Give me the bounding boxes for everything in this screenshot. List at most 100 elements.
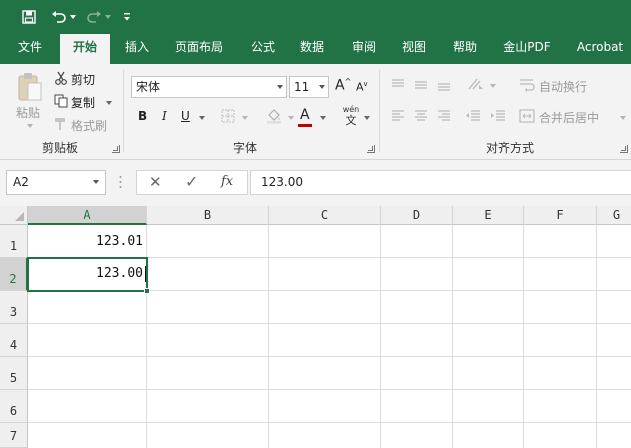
borders-icon[interactable]	[219, 107, 237, 125]
fill-color-dropdown-icon[interactable]	[288, 116, 294, 120]
grow-font-label: A	[335, 77, 345, 94]
fill-handle[interactable]	[144, 288, 150, 294]
redo-dropdown-icon[interactable]	[104, 8, 112, 26]
increase-indent-icon[interactable]	[488, 108, 508, 124]
format-painter-button[interactable]: 格式刷	[71, 117, 107, 134]
column-header-e[interactable]: E	[453, 206, 524, 225]
borders-dropdown-icon[interactable]	[242, 116, 248, 120]
row-header-3[interactable]: 3	[0, 291, 28, 324]
save-icon[interactable]	[20, 8, 38, 26]
clipboard-group-label: 剪贴板	[41, 141, 78, 155]
active-cell-selection	[27, 257, 148, 292]
tab-insert[interactable]: 插入	[115, 34, 159, 64]
name-box[interactable]: A2	[6, 170, 106, 195]
italic-button[interactable]: I	[162, 109, 167, 123]
tab-file[interactable]: 文件	[8, 34, 52, 64]
underline-dropdown-icon[interactable]	[199, 116, 205, 120]
tab-formulas[interactable]: 公式	[241, 34, 285, 64]
align-top-icon[interactable]	[389, 77, 407, 93]
orientation-icon[interactable]	[465, 75, 487, 93]
fill-color-icon[interactable]	[264, 106, 284, 126]
clipboard-launcher-icon[interactable]	[112, 145, 120, 153]
worksheet-grid: A B C D E F G 1 2 3 4 5 6 7 123.01 123.0…	[0, 206, 631, 448]
alignment-launcher-icon[interactable]	[620, 145, 628, 153]
font-color-button[interactable]: A	[300, 107, 310, 123]
tab-home[interactable]: 开始	[60, 34, 110, 64]
tab-view[interactable]: 视图	[392, 34, 436, 64]
decrease-indent-icon[interactable]	[463, 108, 483, 124]
bold-button[interactable]: B	[138, 109, 147, 123]
font-color-dropdown-icon[interactable]	[320, 116, 326, 120]
insert-function-icon[interactable]: fx	[221, 174, 233, 189]
tab-acrobat[interactable]: Acrobat	[571, 34, 629, 64]
cut-button[interactable]: 剪切	[71, 71, 95, 88]
wrap-text-button[interactable]: 自动换行	[539, 78, 587, 95]
paste-icon[interactable]	[14, 70, 46, 104]
font-size-select[interactable]: 11	[289, 76, 329, 98]
tab-page-layout[interactable]: 页面布局	[168, 34, 230, 64]
row-header-1[interactable]: 1	[0, 225, 28, 258]
font-launcher-icon[interactable]	[367, 145, 375, 153]
column-header-g[interactable]: G	[597, 206, 631, 225]
tab-data[interactable]: 数据	[290, 34, 334, 64]
customize-quick-access-icon[interactable]	[121, 8, 133, 26]
merge-center-icon[interactable]	[518, 108, 536, 124]
column-header-c[interactable]: C	[269, 206, 381, 225]
paste-label[interactable]: 粘贴	[16, 104, 40, 121]
phonetic-dropdown-icon[interactable]	[364, 116, 370, 120]
formula-bar-grip-icon[interactable]	[119, 175, 122, 189]
cell-a1[interactable]: 123.01	[30, 234, 143, 249]
align-bottom-icon[interactable]	[435, 77, 453, 93]
font-name-select[interactable]: 宋体	[131, 76, 287, 98]
phonetic-char: 文	[345, 114, 357, 127]
wrap-text-icon[interactable]	[518, 77, 536, 93]
tab-review[interactable]: 审阅	[342, 34, 386, 64]
font-color-swatch	[298, 124, 312, 127]
copy-icon[interactable]	[53, 93, 69, 109]
enter-icon[interactable]: ✓	[185, 172, 198, 191]
ribbon-tabs: 文件 开始 插入 页面布局 公式 数据 审阅 视图 帮助 金山PDF Acrob…	[0, 34, 631, 64]
cancel-icon[interactable]: ✕	[149, 173, 162, 191]
formula-input[interactable]: 123.00	[250, 170, 631, 195]
title-bar	[0, 0, 631, 34]
column-header-d[interactable]: D	[381, 206, 453, 225]
formula-input-value: 123.00	[261, 175, 303, 189]
underline-button[interactable]: U	[181, 109, 190, 123]
column-header-a[interactable]: A	[28, 206, 147, 225]
column-header-b[interactable]: B	[147, 206, 269, 225]
undo-dropdown-icon[interactable]	[69, 8, 77, 26]
tab-jinshan-pdf[interactable]: 金山PDF	[498, 34, 556, 64]
merge-center-button[interactable]: 合并后居中	[539, 109, 599, 126]
row-header-5[interactable]: 5	[0, 357, 28, 390]
font-size-value: 11	[294, 80, 310, 94]
row-header-6[interactable]: 6	[0, 390, 28, 423]
undo-icon[interactable]	[50, 8, 68, 26]
column-header-f[interactable]: F	[524, 206, 597, 225]
grow-font-button[interactable]: A^	[335, 77, 351, 94]
text-cursor	[145, 266, 146, 282]
shrink-font-label: A	[356, 80, 364, 94]
formula-buttons: ✕ ✓ fx	[136, 170, 248, 195]
phonetic-button[interactable]: wén 文	[341, 105, 361, 129]
align-middle-icon[interactable]	[412, 77, 430, 93]
font-name-value: 宋体	[136, 80, 161, 94]
align-left-icon[interactable]	[389, 108, 407, 124]
format-painter-icon[interactable]	[53, 116, 69, 132]
shrink-font-button[interactable]: Av	[356, 80, 368, 94]
row-header-4[interactable]: 4	[0, 324, 28, 357]
ribbon: 粘贴 剪切 复制 格式刷 剪贴板 宋体 11 A^ Av B I U A wén…	[0, 64, 631, 160]
redo-icon[interactable]	[85, 8, 103, 26]
font-color-label: A	[300, 107, 310, 123]
orientation-dropdown-icon[interactable]	[490, 84, 496, 88]
cut-icon[interactable]	[53, 70, 69, 86]
align-center-icon[interactable]	[412, 108, 430, 124]
tab-help[interactable]: 帮助	[443, 34, 487, 64]
copy-button[interactable]: 复制	[71, 94, 95, 111]
align-right-icon[interactable]	[435, 108, 453, 124]
name-box-value: A2	[13, 175, 29, 189]
row-header-2[interactable]: 2	[0, 258, 28, 291]
row-header-7[interactable]: 7	[0, 423, 28, 448]
font-group-label: 字体	[232, 141, 257, 155]
merge-center-dropdown-icon[interactable]	[620, 116, 626, 120]
select-all-button[interactable]	[0, 206, 28, 225]
